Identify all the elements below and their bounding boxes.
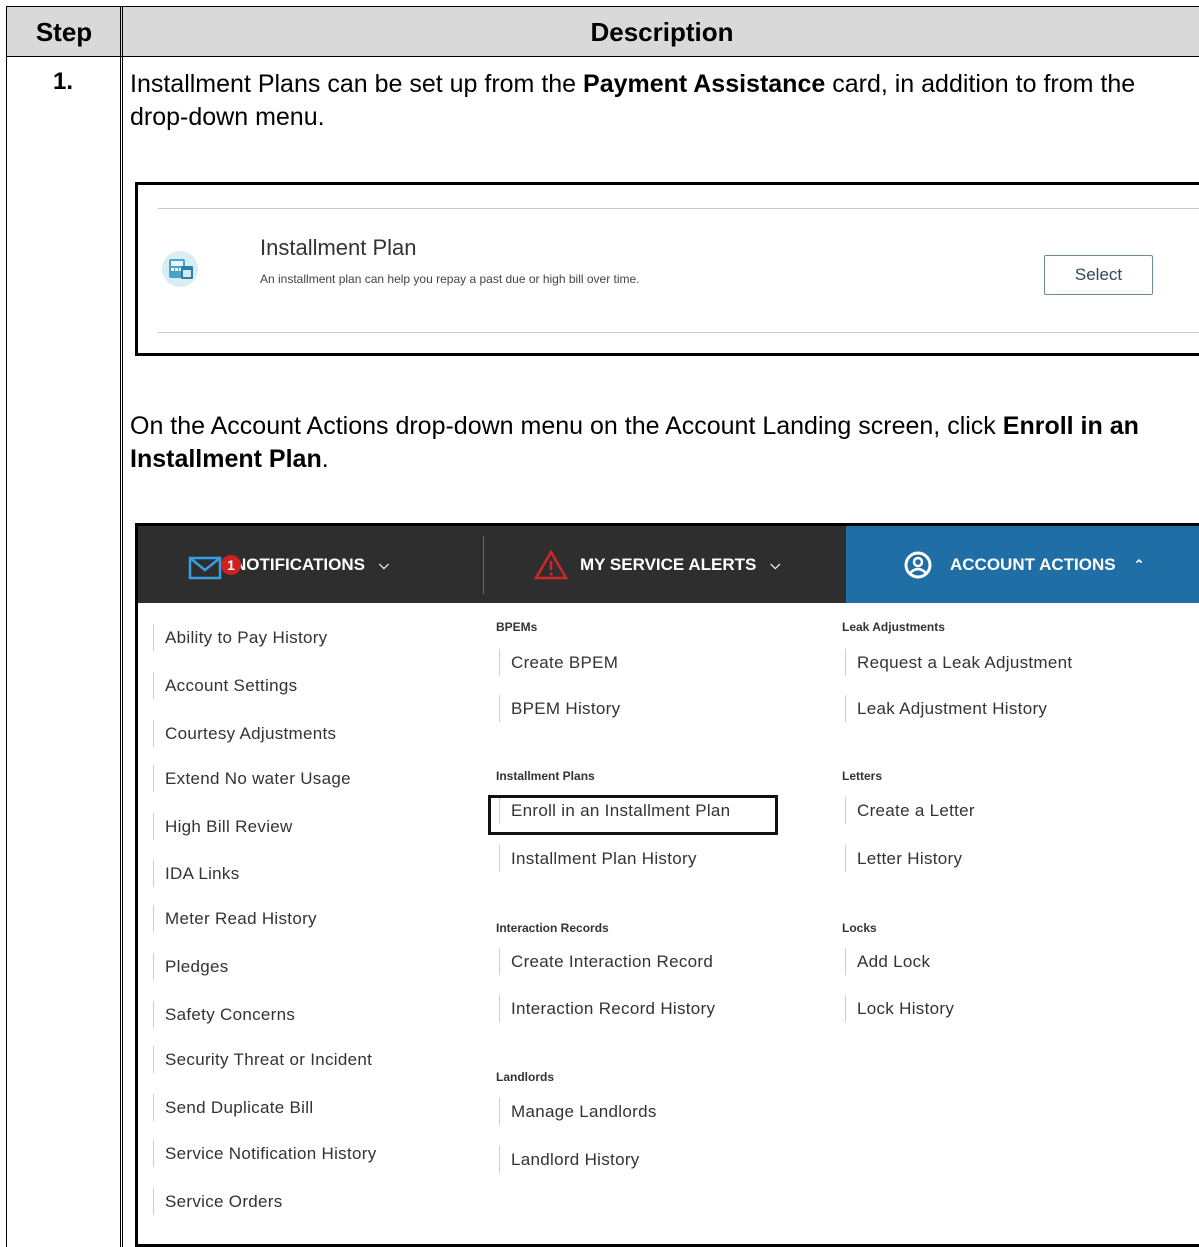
envelope-icon: 1 <box>188 550 241 580</box>
warning-triangle-icon <box>534 549 568 579</box>
notifications-label: NOTIFICATIONS <box>234 554 365 574</box>
menu-item-letter-history[interactable]: Letter History <box>844 845 962 872</box>
menu-item[interactable]: Meter Read History <box>153 905 317 932</box>
header-step: Step <box>35 17 93 47</box>
menu-item-landlord-history[interactable]: Landlord History <box>499 1146 640 1173</box>
table-header-row: Step Description <box>6 6 1199 57</box>
menu-item-installment-plan-history[interactable]: Installment Plan History <box>499 845 697 872</box>
group-heading-bpems: BPEMs <box>496 620 538 634</box>
chevron-down-icon: ⌵ <box>378 556 389 572</box>
menu-item-create-letter[interactable]: Create a Letter <box>845 797 975 824</box>
menu-item-manage-landlords[interactable]: Manage Landlords <box>499 1098 657 1125</box>
installment-plan-card: Installment Plan An installment plan can… <box>135 182 1199 356</box>
menu-item-interaction-record-history[interactable]: Interaction Record History <box>498 995 715 1022</box>
account-actions-content: ACCOUNT ACTIONS ⌃ <box>904 526 1145 603</box>
card-top-rule <box>158 208 1199 209</box>
menu-item[interactable]: Extend No water Usage <box>153 765 351 792</box>
group-heading-letters: Letters <box>842 769 883 783</box>
menu-item[interactable]: IDA Links <box>153 860 240 887</box>
group-heading-landlords: Landlords <box>496 1070 555 1084</box>
menu-item-add-lock[interactable]: Add Lock <box>844 948 930 975</box>
account-actions-toggle[interactable]: ACCOUNT ACTIONS ⌃ <box>846 526 1199 603</box>
table-divider-double <box>122 6 123 1247</box>
menu-item[interactable]: Ability to Pay History <box>152 624 327 651</box>
menu-item-bpem-history[interactable]: BPEM History <box>498 695 620 722</box>
account-actions-menu: 1 NOTIFICATIONS ⌵ MY SERVICE ALERTS ⌵ AC… <box>135 523 1199 1247</box>
group-heading-installment-plans: Installment Plans <box>496 769 595 783</box>
menu-item[interactable]: Service Notification History <box>153 1140 377 1167</box>
menu-item[interactable]: High Bill Review <box>153 813 293 840</box>
service-alerts-label: MY SERVICE ALERTS <box>580 554 757 574</box>
service-alerts-toggle[interactable]: MY SERVICE ALERTS ⌵ <box>534 526 780 603</box>
top-navigation-bar: 1 NOTIFICATIONS ⌵ MY SERVICE ALERTS ⌵ AC… <box>138 526 1199 603</box>
step-number: 1. <box>52 68 73 95</box>
group-heading-interaction-records: Interaction Records <box>496 921 609 935</box>
menu-item-lock-history[interactable]: Lock History <box>844 995 954 1022</box>
table-border-left <box>6 6 7 1247</box>
group-heading-locks: Locks <box>842 921 877 935</box>
calculator-calendar-icon <box>162 251 198 287</box>
menu-item[interactable]: Safety Concerns <box>152 1001 295 1028</box>
user-avatar-icon <box>904 551 932 578</box>
menu-item-create-bpem[interactable]: Create BPEM <box>498 649 618 676</box>
select-button[interactable]: Select <box>1044 255 1153 295</box>
table-divider <box>120 6 121 1247</box>
instruction-paragraph-1: Installment Plans can be set up from the… <box>130 70 1136 131</box>
topbar-separator <box>483 536 484 594</box>
group-heading-leak-adjustments: Leak Adjustments <box>842 620 945 634</box>
menu-item[interactable]: Send Duplicate Bill <box>152 1094 313 1121</box>
menu-item[interactable]: Account Settings <box>152 672 297 699</box>
menu-item[interactable]: Service Orders <box>153 1188 283 1215</box>
chevron-up-icon: ⌃ <box>1133 556 1145 572</box>
card-bottom-rule <box>158 332 1199 333</box>
menu-item[interactable]: Pledges <box>153 953 229 980</box>
menu-item[interactable]: Courtesy Adjustments <box>152 720 336 747</box>
chevron-down-icon: ⌵ <box>770 556 781 572</box>
notification-count-badge: 1 <box>221 554 241 575</box>
header-description: Description <box>590 17 734 47</box>
instruction-paragraph-2: On the Account Actions drop-down menu on… <box>130 412 1139 473</box>
card-description: An installment plan can help you repay a… <box>260 272 640 286</box>
menu-item-create-interaction-record[interactable]: Create Interaction Record <box>498 948 713 975</box>
notifications-toggle[interactable]: 1 NOTIFICATIONS ⌵ <box>188 526 389 603</box>
menu-item-leak-adjustment-history[interactable]: Leak Adjustment History <box>844 695 1047 722</box>
highlight-box <box>488 795 778 835</box>
card-title: Installment Plan <box>260 235 417 260</box>
menu-item-request-leak-adjustment[interactable]: Request a Leak Adjustment <box>844 649 1072 676</box>
menu-item[interactable]: Security Threat or Incident <box>152 1046 372 1073</box>
account-actions-label: ACCOUNT ACTIONS <box>950 554 1116 574</box>
